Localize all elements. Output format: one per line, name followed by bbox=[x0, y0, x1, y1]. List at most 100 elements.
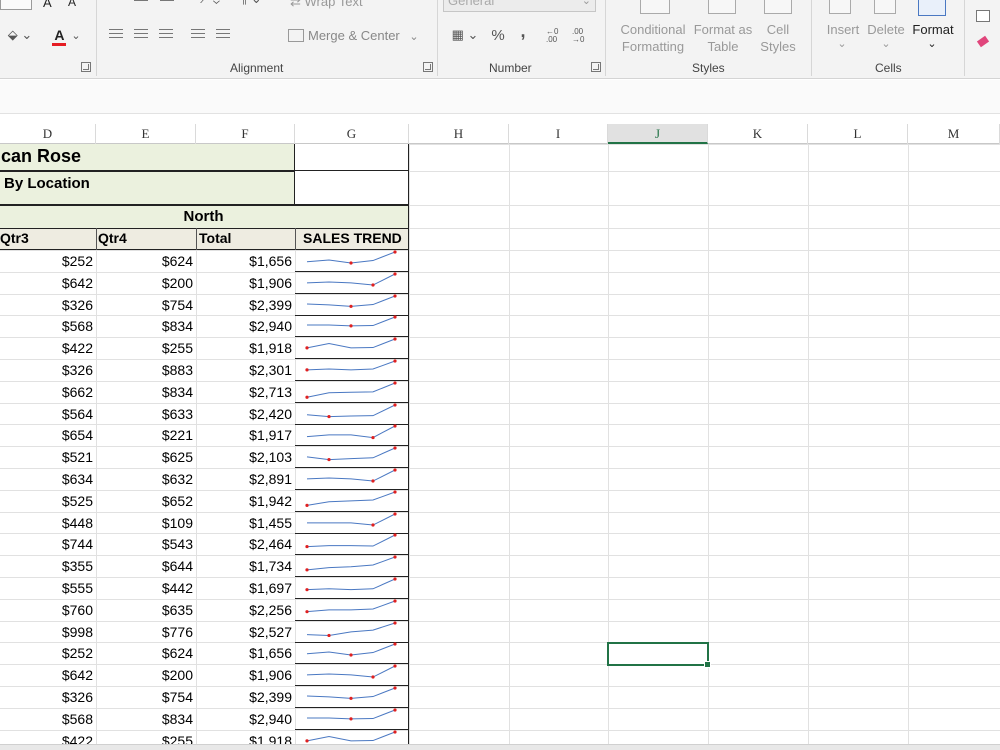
decrease-indent-icon[interactable] bbox=[191, 29, 205, 41]
cell-qtr4[interactable]: $442 bbox=[96, 580, 196, 596]
align-top-icon[interactable] bbox=[134, 0, 148, 8]
column-header-f[interactable]: F bbox=[196, 124, 295, 144]
cell-total[interactable]: $2,301 bbox=[196, 362, 295, 378]
cell-qtr3[interactable]: $252 bbox=[0, 253, 96, 269]
cell-qtr3[interactable]: $642 bbox=[0, 275, 96, 291]
sparkline[interactable] bbox=[295, 555, 409, 577]
cell-qtr3[interactable]: $448 bbox=[0, 515, 96, 531]
cell-total[interactable]: $1,734 bbox=[196, 558, 295, 574]
cell-qtr3[interactable]: $555 bbox=[0, 580, 96, 596]
cell-qtr3[interactable]: $654 bbox=[0, 427, 96, 443]
cell-qtr4[interactable]: $543 bbox=[96, 536, 196, 552]
sparkline[interactable] bbox=[295, 403, 409, 425]
comma-style-button[interactable]: , bbox=[516, 21, 530, 41]
column-header-j[interactable]: J bbox=[608, 124, 708, 144]
increase-decimal-button[interactable]: ←0 .00 bbox=[546, 27, 566, 45]
header-sales-trend[interactable]: SALES TREND bbox=[303, 230, 402, 246]
cell-total[interactable]: $1,697 bbox=[196, 580, 295, 596]
cell-qtr4[interactable]: $221 bbox=[96, 427, 196, 443]
sparkline[interactable] bbox=[295, 294, 409, 316]
cell-total[interactable]: $1,917 bbox=[196, 427, 295, 443]
cell-qtr3[interactable]: $521 bbox=[0, 449, 96, 465]
cell-qtr4[interactable]: $644 bbox=[96, 558, 196, 574]
sparkline[interactable] bbox=[295, 250, 409, 272]
header-qtr4[interactable]: Qtr4 bbox=[98, 230, 127, 246]
cell-total[interactable]: $2,399 bbox=[196, 297, 295, 313]
cell-qtr3[interactable]: $744 bbox=[0, 536, 96, 552]
sparkline[interactable] bbox=[295, 381, 409, 403]
cell-total[interactable]: $1,906 bbox=[196, 667, 295, 683]
cell-styles-button[interactable]: Cell Styles bbox=[752, 21, 804, 55]
cell-total[interactable]: $1,942 bbox=[196, 493, 295, 509]
cell-qtr3[interactable]: $634 bbox=[0, 471, 96, 487]
cell-qtr4[interactable]: $754 bbox=[96, 297, 196, 313]
sparkline[interactable] bbox=[295, 664, 409, 686]
rtl-icon[interactable]: ¶ ⌄ bbox=[236, 0, 266, 6]
sparkline[interactable] bbox=[295, 272, 409, 294]
column-header-h[interactable]: H bbox=[409, 124, 509, 144]
cell-total[interactable]: $2,464 bbox=[196, 536, 295, 552]
header-qtr3[interactable]: Qtr3 bbox=[0, 230, 29, 246]
column-header-k[interactable]: K bbox=[708, 124, 808, 144]
cell-qtr4[interactable]: $834 bbox=[96, 384, 196, 400]
title-box-g[interactable] bbox=[295, 144, 409, 171]
cell-qtr4[interactable]: $255 bbox=[96, 340, 196, 356]
cell-total[interactable]: $2,713 bbox=[196, 384, 295, 400]
cell-qtr4[interactable]: $624 bbox=[96, 645, 196, 661]
cell-qtr4[interactable]: $624 bbox=[96, 253, 196, 269]
insert-cells-icon[interactable] bbox=[829, 0, 851, 14]
fill-color-icon[interactable]: ⬙ ⌄ bbox=[6, 26, 34, 44]
orientation-icon[interactable]: ⟋ ⌄ bbox=[190, 0, 230, 6]
cell-qtr4[interactable]: $200 bbox=[96, 667, 196, 683]
accounting-format-icon[interactable]: ▦ ⌄ bbox=[446, 26, 484, 44]
align-middle-icon[interactable] bbox=[160, 0, 174, 8]
decrease-font-size-icon[interactable]: A bbox=[68, 0, 76, 9]
cell-qtr3[interactable]: $326 bbox=[0, 689, 96, 705]
sparkline[interactable] bbox=[295, 621, 409, 643]
increase-font-size-icon[interactable]: A bbox=[43, 0, 52, 10]
subtitle-box-g[interactable] bbox=[295, 171, 409, 205]
cell-total[interactable]: $1,656 bbox=[196, 253, 295, 269]
sparkline[interactable] bbox=[295, 424, 409, 446]
fill-down-icon[interactable] bbox=[976, 10, 990, 22]
cell-qtr3[interactable]: $760 bbox=[0, 602, 96, 618]
cell-qtr3[interactable]: $568 bbox=[0, 711, 96, 727]
cell-qtr4[interactable]: $754 bbox=[96, 689, 196, 705]
sparkline[interactable] bbox=[295, 359, 409, 381]
cell-qtr4[interactable]: $109 bbox=[96, 515, 196, 531]
cell-qtr3[interactable]: $422 bbox=[0, 340, 96, 356]
column-header-d[interactable]: D bbox=[0, 124, 96, 144]
number-dialog-launcher-icon[interactable] bbox=[591, 62, 601, 72]
cell-qtr4[interactable]: $883 bbox=[96, 362, 196, 378]
column-header-l[interactable]: L bbox=[808, 124, 908, 144]
header-total[interactable]: Total bbox=[199, 230, 231, 246]
font-dialog-launcher-icon[interactable] bbox=[81, 62, 91, 72]
number-format-dropdown[interactable]: General ⌄ bbox=[443, 0, 596, 12]
align-right-icon[interactable] bbox=[159, 29, 173, 41]
decrease-decimal-button[interactable]: .00 →0 bbox=[572, 27, 592, 45]
conditional-formatting-icon[interactable] bbox=[640, 0, 670, 14]
sparkline[interactable] bbox=[295, 512, 409, 534]
percent-style-button[interactable]: % bbox=[488, 26, 508, 44]
cell-qtr3[interactable]: $252 bbox=[0, 645, 96, 661]
column-header-g[interactable]: G bbox=[295, 124, 409, 144]
cell-qtr4[interactable]: $633 bbox=[96, 406, 196, 422]
cell-qtr3[interactable]: $564 bbox=[0, 406, 96, 422]
cell-qtr4[interactable]: $834 bbox=[96, 318, 196, 334]
sparkline[interactable] bbox=[295, 468, 409, 490]
delete-cells-icon[interactable] bbox=[874, 0, 896, 14]
cell-qtr4[interactable]: $625 bbox=[96, 449, 196, 465]
cell-qtr3[interactable]: $525 bbox=[0, 493, 96, 509]
format-as-table-button[interactable]: Format as Table bbox=[692, 21, 754, 55]
horizontal-scrollbar[interactable] bbox=[0, 744, 1000, 750]
cell-total[interactable]: $2,527 bbox=[196, 624, 295, 640]
column-header-e[interactable]: E bbox=[96, 124, 196, 144]
cell-qtr4[interactable]: $652 bbox=[96, 493, 196, 509]
cell-total[interactable]: $2,103 bbox=[196, 449, 295, 465]
increase-indent-icon[interactable] bbox=[216, 29, 230, 41]
format-as-table-icon[interactable] bbox=[708, 0, 736, 14]
selected-cell-j[interactable] bbox=[607, 642, 711, 668]
conditional-formatting-button[interactable]: Conditional Formatting bbox=[612, 21, 694, 55]
sparkline[interactable] bbox=[295, 490, 409, 512]
sparkline[interactable] bbox=[295, 577, 409, 599]
